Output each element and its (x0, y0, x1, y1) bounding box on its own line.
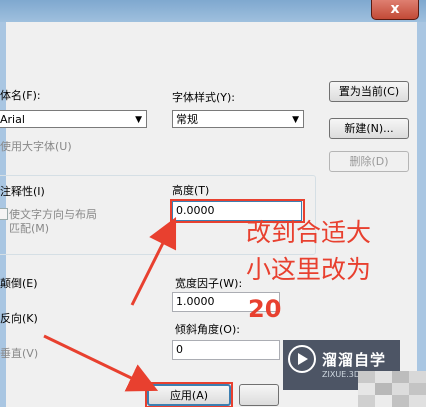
apply-button-highlight (145, 382, 233, 407)
pixel-mosaic (358, 371, 426, 407)
annotation-line-2: 小这里改为 (246, 255, 372, 284)
play-logo-icon (288, 345, 316, 373)
annotation-value: 20 (248, 295, 282, 323)
arrow-to-height-input (130, 216, 177, 306)
watermark-name: 溜溜自学 (322, 351, 387, 369)
arrow-to-apply-button (43, 334, 159, 392)
annotation-line-1: 改到合适大 (246, 218, 372, 247)
